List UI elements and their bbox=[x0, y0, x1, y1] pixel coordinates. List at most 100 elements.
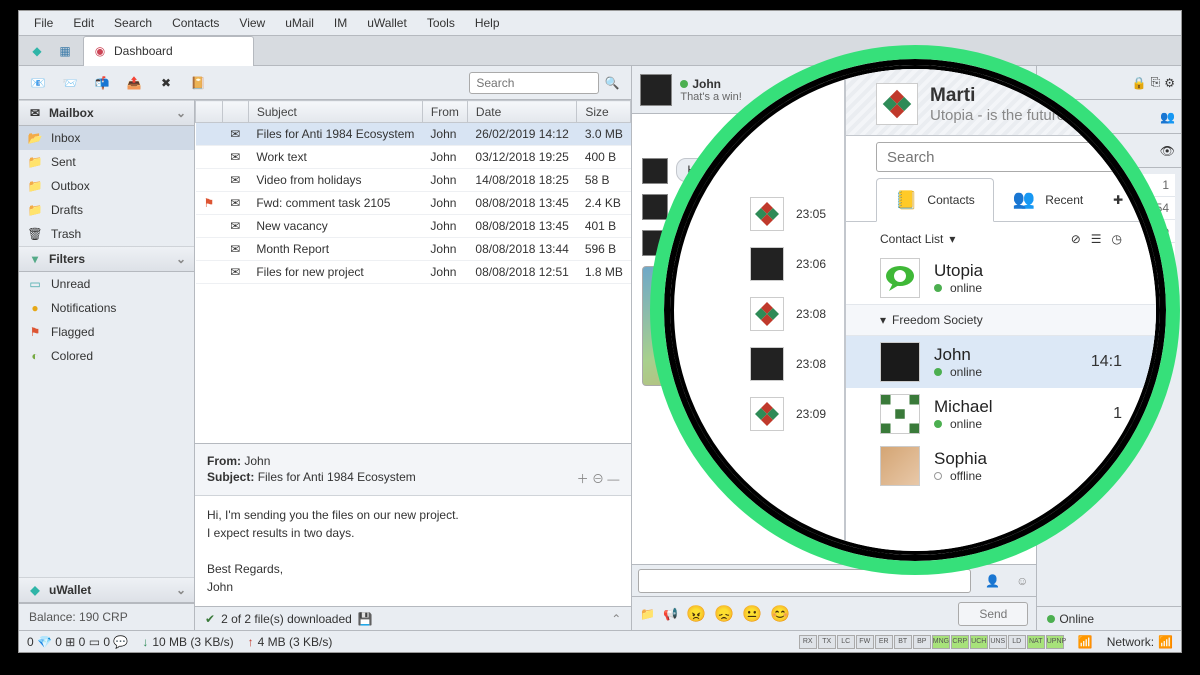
zoom-header: Marti Utopia - is the future bbox=[846, 69, 1156, 136]
contact-utopia[interactable]: Utopia online bbox=[846, 252, 1156, 304]
forward-icon[interactable]: 📤 bbox=[121, 71, 147, 95]
mail-search: 🔍 bbox=[469, 71, 625, 95]
grid-icon[interactable]: ▦ bbox=[53, 39, 77, 63]
zoom-search bbox=[846, 136, 1156, 178]
contact-sophia[interactable]: Sophia offline bbox=[846, 440, 1156, 492]
folder-drafts[interactable]: 📁Drafts bbox=[19, 198, 194, 222]
status-network: Network: 📶 bbox=[1107, 635, 1173, 649]
menu-search[interactable]: Search bbox=[104, 13, 162, 33]
menu-file[interactable]: File bbox=[24, 13, 63, 33]
folder-icon[interactable]: 📁 bbox=[640, 607, 655, 621]
tab-contacts[interactable]: 📒 Contacts bbox=[876, 178, 994, 222]
zoom-search-input[interactable] bbox=[876, 142, 1126, 172]
indicator-ld: LD bbox=[1008, 635, 1026, 649]
emoji-happy-icon[interactable]: 😊 bbox=[770, 604, 790, 624]
status-counters: 0 💎 0 ⊞ 0 ▭ 0 💬 bbox=[27, 635, 128, 649]
col-flag[interactable] bbox=[196, 101, 223, 123]
emoji-neutral-icon[interactable]: 😐 bbox=[742, 604, 762, 624]
upload-text: 4 MB (3 KB/s) bbox=[258, 635, 333, 649]
list-icon[interactable]: ☰ bbox=[1091, 232, 1102, 246]
megaphone-icon[interactable]: 📢 bbox=[663, 607, 678, 621]
message-row[interactable]: ⚑✉Fwd: comment task 2105John08/08/2018 1… bbox=[196, 192, 631, 215]
folder-inbox[interactable]: 📂Inbox bbox=[19, 126, 194, 150]
icon-cell: ✉ bbox=[222, 146, 248, 169]
status-dot-icon bbox=[934, 284, 942, 292]
message-row[interactable]: ✉Files for Anti 1984 EcosystemJohn26/02/… bbox=[196, 123, 631, 146]
delete-icon[interactable]: ✖ bbox=[153, 71, 179, 95]
menu-umail[interactable]: uMail bbox=[275, 13, 324, 33]
search-icon[interactable]: 🔍 bbox=[599, 71, 625, 95]
emoji-angry-icon[interactable]: 😠 bbox=[686, 604, 706, 624]
toggle-icon[interactable]: 👁 bbox=[1160, 144, 1175, 158]
menu-im[interactable]: IM bbox=[324, 13, 357, 33]
compose-icon[interactable]: 📧 bbox=[25, 71, 51, 95]
date-cell: 08/08/2018 13:45 bbox=[467, 192, 576, 215]
zoom-chat-times: 23:05 23:06 23:08 23:08 23:09 bbox=[674, 189, 844, 439]
message-row[interactable]: ✉Files for new projectJohn08/08/2018 12:… bbox=[196, 261, 631, 284]
message-row[interactable]: ✉Work textJohn03/12/2018 19:25400 B bbox=[196, 146, 631, 169]
filter-colored[interactable]: ◐Colored bbox=[19, 344, 194, 368]
date-cell: 08/08/2018 13:44 bbox=[467, 238, 576, 261]
folder-sent[interactable]: 📁Sent bbox=[19, 150, 194, 174]
add-contact-icon[interactable]: 👥 bbox=[1160, 110, 1175, 124]
message-row[interactable]: ✉Month ReportJohn08/08/2018 13:44596 B bbox=[196, 238, 631, 261]
indicator-rx: RX bbox=[799, 635, 817, 649]
chevron-down-icon: ▾ bbox=[880, 313, 886, 327]
message-row[interactable]: ✉Video from holidaysJohn14/08/2018 18:25… bbox=[196, 169, 631, 192]
col-icon[interactable] bbox=[222, 101, 248, 123]
tab-recent[interactable]: 👥 Recent bbox=[994, 178, 1102, 221]
reply-icon[interactable]: 📨 bbox=[57, 71, 83, 95]
chevron-icon[interactable]: ⌃ bbox=[611, 612, 621, 626]
add-button[interactable]: ✚ bbox=[1110, 178, 1126, 221]
avatar bbox=[750, 247, 784, 281]
menu-tools[interactable]: Tools bbox=[417, 13, 465, 33]
filter-flagged[interactable]: ⚑Flagged bbox=[19, 320, 194, 344]
clock-icon[interactable]: ◷ bbox=[1112, 232, 1122, 246]
size-cell: 400 B bbox=[577, 146, 631, 169]
from-cell: John bbox=[422, 169, 467, 192]
uwallet-header[interactable]: ◆ uWallet ⌄ bbox=[19, 577, 194, 603]
contact-john[interactable]: John online 14:1 bbox=[846, 336, 1156, 388]
tools-icon[interactable]: ⚙ bbox=[1164, 76, 1175, 90]
reply-all-icon[interactable]: 📬 bbox=[89, 71, 115, 95]
preview-from: John bbox=[244, 454, 270, 468]
preview-actions[interactable]: ＋ ⊖ — bbox=[577, 470, 620, 487]
contact-group[interactable]: ▾ Freedom Society bbox=[846, 304, 1156, 336]
emoji-sad-icon[interactable]: 😞 bbox=[714, 604, 734, 624]
menu-help[interactable]: Help bbox=[465, 13, 510, 33]
chat-actions: 📁 📢 😠 😞 😐 😊 Send bbox=[632, 596, 1036, 630]
chevron-icon: ⌄ bbox=[176, 106, 186, 120]
send-button[interactable]: Send bbox=[958, 602, 1028, 626]
eye-off-icon[interactable]: ⊘ bbox=[1071, 232, 1081, 246]
menu-edit[interactable]: Edit bbox=[63, 13, 104, 33]
col-subject[interactable]: Subject bbox=[248, 101, 422, 123]
filters-header[interactable]: ▾ Filters ⌄ bbox=[19, 246, 194, 272]
book-icon[interactable]: 📔 bbox=[185, 71, 211, 95]
mail-search-input[interactable] bbox=[469, 72, 599, 94]
attach-icon[interactable]: 👤 bbox=[977, 574, 1008, 588]
menu-contacts[interactable]: Contacts bbox=[162, 13, 229, 33]
col-size[interactable]: Size bbox=[577, 101, 631, 123]
folder-outbox[interactable]: 📁Outbox bbox=[19, 174, 194, 198]
col-date[interactable]: Date bbox=[467, 101, 576, 123]
filter-unread[interactable]: ▭Unread bbox=[19, 272, 194, 296]
save-icon[interactable]: 💾 bbox=[358, 612, 373, 626]
contact-michael[interactable]: Michael online 1 bbox=[846, 388, 1156, 440]
indicator-bt: BT bbox=[894, 635, 912, 649]
indicator-uch: UCH bbox=[970, 635, 988, 649]
contact-list-header[interactable]: Contact List ▾ ⊘ ☰ ◷ bbox=[846, 222, 1156, 252]
filter-notifications[interactable]: ●Notifications bbox=[19, 296, 194, 320]
folder-trash[interactable]: 🗑Trash bbox=[19, 222, 194, 246]
col-from[interactable]: From bbox=[422, 101, 467, 123]
menu-uwallet[interactable]: uWallet bbox=[357, 13, 417, 33]
diamond-icon[interactable]: ◆ bbox=[25, 39, 49, 63]
folder-icon: 📁 bbox=[27, 202, 43, 218]
flag-cell bbox=[196, 238, 223, 261]
date-cell: 08/08/2018 13:45 bbox=[467, 215, 576, 238]
tab-dashboard[interactable]: ◉ Dashboard bbox=[83, 36, 254, 66]
gauge-icon: ◉ bbox=[92, 43, 108, 59]
mailbox-header[interactable]: ✉ Mailbox ⌄ bbox=[19, 100, 194, 126]
emoji-icon[interactable]: ☺ bbox=[1008, 574, 1036, 588]
menu-view[interactable]: View bbox=[229, 13, 275, 33]
message-row[interactable]: ✉New vacancyJohn08/08/2018 13:45401 B bbox=[196, 215, 631, 238]
